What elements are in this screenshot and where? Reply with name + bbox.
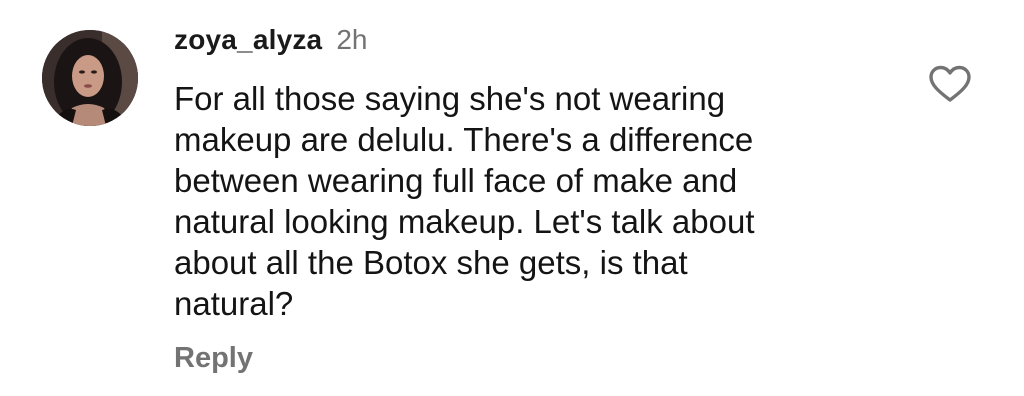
comment-timestamp: 2h bbox=[336, 24, 368, 55]
avatar-image bbox=[42, 30, 138, 126]
like-button[interactable] bbox=[928, 64, 972, 104]
heart-outline-icon bbox=[929, 65, 971, 102]
username-link[interactable]: zoya_alyza bbox=[174, 24, 322, 56]
comment-content: zoya_alyza 2h For all those saying she's… bbox=[174, 24, 894, 324]
avatar[interactable] bbox=[42, 30, 138, 126]
comment-meta: zoya_alyza 2h bbox=[174, 24, 894, 64]
reply-button[interactable]: Reply bbox=[174, 342, 253, 375]
comment-text: For all those saying she's not wearing m… bbox=[174, 80, 755, 322]
comment-item: zoya_alyza 2h For all those saying she's… bbox=[0, 0, 1024, 396]
